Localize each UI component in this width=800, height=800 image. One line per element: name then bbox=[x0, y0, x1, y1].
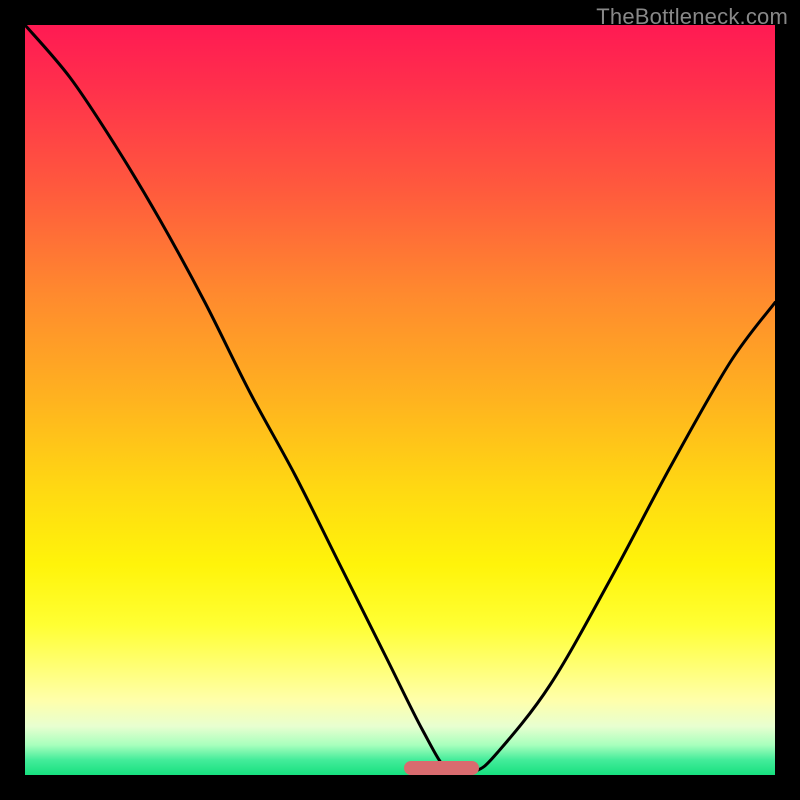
bottleneck-curve bbox=[25, 25, 775, 775]
chart-frame: TheBottleneck.com bbox=[0, 0, 800, 800]
optimal-marker bbox=[404, 761, 479, 775]
plot-area bbox=[25, 25, 775, 775]
watermark-text: TheBottleneck.com bbox=[596, 4, 788, 30]
